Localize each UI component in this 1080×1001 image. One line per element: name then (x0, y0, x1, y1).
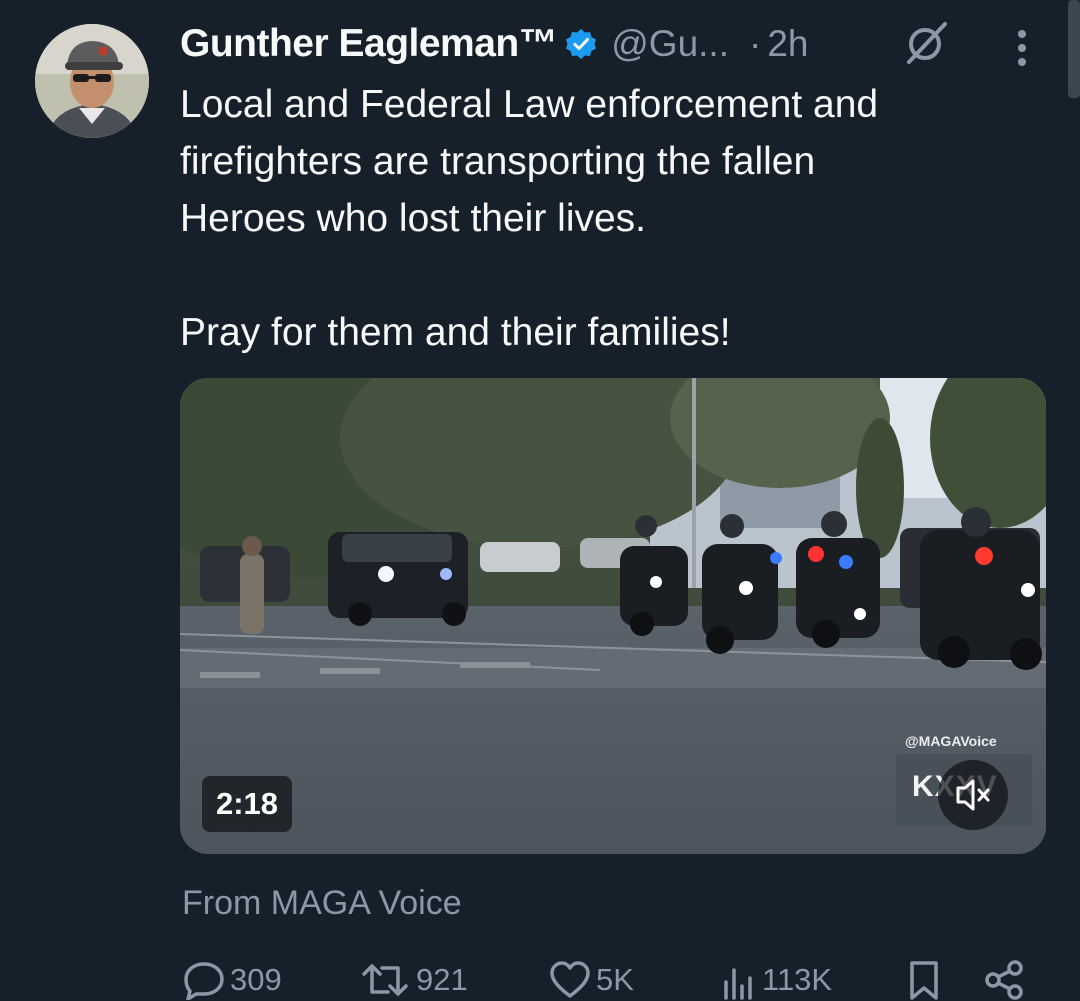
views-chart-icon (724, 967, 752, 1000)
verified-badge-icon[interactable] (565, 28, 597, 60)
grok-icon[interactable] (903, 20, 949, 66)
share-icon (985, 959, 1023, 1000)
like-button[interactable]: 5K (548, 958, 634, 1001)
share-button[interactable] (982, 958, 1026, 1001)
author-display-name[interactable]: Gunther Eagleman™ (180, 22, 558, 66)
like-count: 5K (596, 961, 634, 997)
author-handle[interactable]: @Gu... (611, 23, 729, 65)
video-watermark: @MAGAVoice (905, 733, 997, 749)
reply-button[interactable]: 309 (182, 958, 282, 1001)
reply-icon (184, 961, 224, 1000)
reply-count: 309 (230, 961, 282, 997)
avatar[interactable] (35, 24, 149, 138)
timestamp[interactable]: 2h (767, 23, 808, 65)
repost-count: 921 (416, 961, 468, 997)
unmute-button[interactable] (938, 760, 1008, 830)
view-count: 113K (762, 961, 833, 997)
scrollbar[interactable] (1068, 0, 1080, 98)
tweet-text: Local and Federal Law enforcement and fi… (180, 83, 879, 354)
tweet[interactable]: Gunther Eagleman™ @Gu... · 2h Local and … (0, 0, 1080, 1001)
views-button[interactable]: 113K (718, 958, 832, 1001)
bookmark-button[interactable] (906, 958, 942, 1001)
header-separator: · (749, 23, 762, 64)
heart-icon (550, 960, 590, 998)
tweet-header: Gunther Eagleman™ @Gu... · 2h (180, 20, 808, 68)
more-options-icon[interactable] (1008, 26, 1036, 70)
bookmark-icon (910, 960, 938, 1000)
tweet-actions-bar: 309 921 5K 113K (0, 958, 1080, 1001)
muted-speaker-icon (956, 779, 990, 811)
video-duration-badge: 2:18 (202, 776, 292, 832)
repost-icon (362, 963, 408, 996)
repost-button[interactable]: 921 (358, 958, 468, 1001)
video-source-attribution[interactable]: From MAGA Voice (182, 884, 462, 923)
